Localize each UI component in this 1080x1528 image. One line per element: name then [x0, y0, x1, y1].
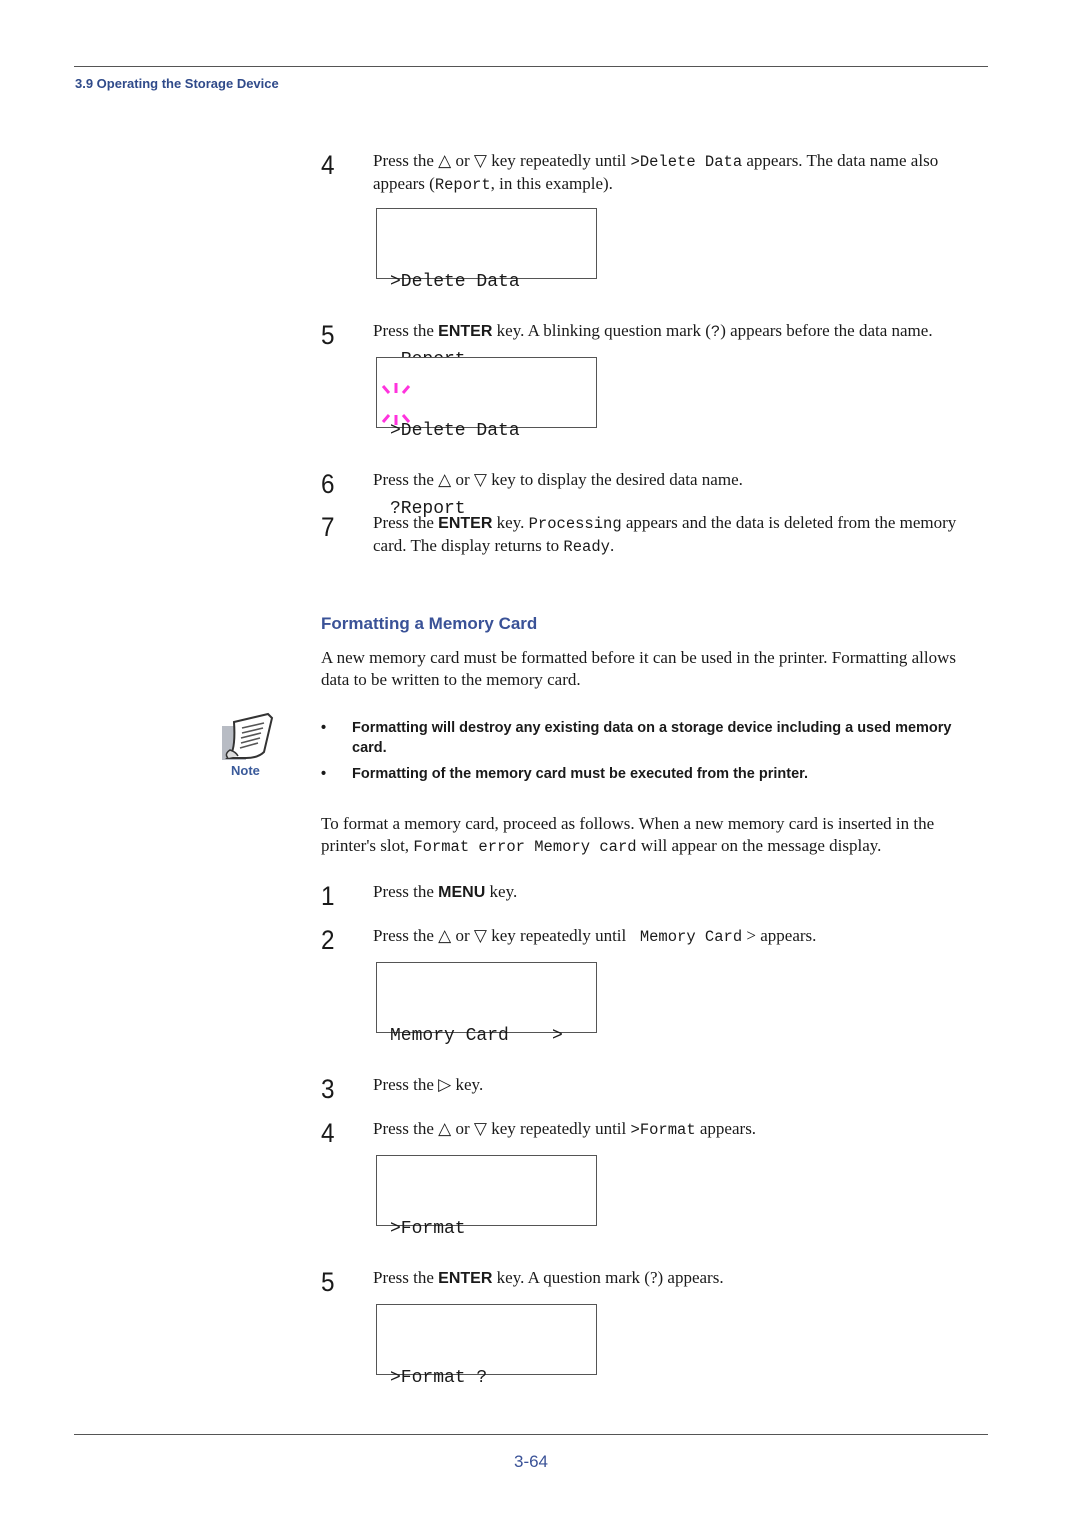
up-triangle-icon: △: [438, 151, 452, 170]
step-text: Press the △ or ▽ key to display the desi…: [373, 469, 993, 491]
up-triangle-icon: △: [438, 1119, 452, 1138]
display-message: Processing: [528, 515, 622, 533]
text: or: [451, 151, 474, 170]
step-text: Press the MENU key.: [373, 881, 993, 904]
lcd-line-1: >Delete Data: [390, 421, 520, 441]
note-item: • Formatting will destroy any existing da…: [321, 718, 981, 758]
enter-key-label: ENTER: [438, 515, 493, 532]
intro-paragraph: A new memory card must be formatted befo…: [321, 648, 956, 689]
text: Press the: [373, 1268, 439, 1287]
step-text: Press the ENTER key. A blinking question…: [373, 320, 993, 343]
down-triangle-icon: ▽: [473, 470, 487, 489]
section-heading: Formatting a Memory Card: [321, 614, 538, 633]
display-message: >Delete Data: [630, 153, 743, 171]
step-text: Press the ENTER key. A question mark (?)…: [373, 1267, 993, 1290]
lcd-line-1: >Format: [390, 1219, 466, 1239]
step-text: Press the △ or ▽ key repeatedly until Me…: [373, 925, 993, 948]
down-triangle-icon: ▽: [473, 926, 487, 945]
step-number: 6: [321, 469, 335, 499]
step-number: 7: [321, 512, 335, 542]
step-number: 4: [321, 150, 335, 180]
note-text: Formatting of the memory card must be ex…: [352, 766, 809, 782]
menu-key-label: MENU: [438, 884, 486, 901]
step-text: Press the ▷ key.: [373, 1074, 993, 1096]
text: or: [451, 470, 474, 489]
text: key. A question mark (?) appears.: [492, 1268, 724, 1287]
question-mark-code: ?: [710, 323, 721, 341]
text: key to display the desired data name.: [487, 470, 743, 489]
note-paper-icon: [222, 712, 274, 760]
text: , in this example).: [490, 174, 613, 193]
enter-key-label: ENTER: [438, 323, 493, 340]
blink-ray: [381, 385, 391, 394]
enter-key-label: ENTER: [438, 1270, 493, 1287]
text: Press the: [373, 321, 439, 340]
text: ) appears before the data name.: [720, 321, 933, 340]
bullet-icon: •: [321, 766, 327, 782]
data-name-code: Report: [434, 176, 491, 194]
text: key repeatedly until: [487, 151, 631, 170]
lcd-display: >Delete Data ?Report: [376, 357, 597, 519]
procedure-intro: To format a memory card, proceed as foll…: [321, 813, 986, 858]
text: key.: [492, 513, 529, 532]
note-list: • Formatting will destroy any existing da…: [321, 718, 981, 790]
blink-ray: [381, 414, 391, 423]
text: Press the: [373, 151, 439, 170]
right-triangle-icon: ▷: [438, 1075, 452, 1094]
text: Press the: [373, 470, 439, 489]
section-header: 3.9 Operating the Storage Device: [75, 76, 279, 91]
text: or: [451, 926, 474, 945]
text: or: [451, 1119, 474, 1138]
step-text: Press the △ or ▽ key repeatedly until >D…: [373, 150, 993, 196]
text: key. A blinking question mark (: [492, 321, 711, 340]
display-message: Memory Card: [630, 928, 743, 946]
lcd-line-1: Memory Card >: [390, 1026, 563, 1046]
up-triangle-icon: △: [438, 926, 452, 945]
text: key.: [451, 1075, 484, 1094]
down-triangle-icon: ▽: [473, 151, 487, 170]
text: > appears.: [742, 926, 817, 945]
lcd-display: Memory Card >: [376, 962, 597, 1046]
up-triangle-icon: △: [438, 470, 452, 489]
step-number: 4: [321, 1118, 335, 1148]
header-rule: [74, 66, 988, 67]
page-number: 3-64: [513, 1452, 549, 1471]
text: Press the: [373, 1075, 439, 1094]
note-item: • Formatting of the memory card must be e…: [321, 764, 981, 784]
display-message: Format error Memory card: [413, 838, 637, 856]
text: appears.: [695, 1119, 757, 1138]
text: Press the: [373, 926, 439, 945]
blinking-indicator-icon: [381, 383, 411, 425]
display-message: >Format: [630, 1121, 696, 1139]
display-message: Ready: [563, 538, 610, 556]
note-label: Note: [231, 763, 260, 778]
lcd-display: >Format: [376, 1155, 597, 1239]
note-text: Formatting will destroy any existing dat…: [352, 720, 952, 756]
lcd-display: >Format ?: [376, 1304, 597, 1388]
step-number: 2: [321, 925, 335, 955]
text: will appear on the message display.: [636, 836, 882, 855]
text: key repeatedly until: [487, 926, 631, 945]
text: .: [609, 536, 615, 555]
step-number: 1: [321, 881, 335, 911]
down-triangle-icon: ▽: [473, 1119, 487, 1138]
blink-ray: [401, 414, 411, 423]
text: Press the: [373, 513, 439, 532]
text: Press the: [373, 882, 439, 901]
step-text: Press the △ or ▽ key repeatedly until >F…: [373, 1118, 993, 1141]
text: Press the: [373, 1119, 439, 1138]
text: key repeatedly until: [487, 1119, 631, 1138]
footer-rule: [74, 1434, 988, 1435]
lcd-line-1: >Delete Data: [390, 272, 520, 292]
lcd-display: >Delete Data Report: [376, 208, 597, 370]
step-number: 5: [321, 1267, 335, 1297]
bullet-icon: •: [321, 720, 327, 736]
step-text: Press the ENTER key. Processing appears …: [373, 512, 993, 558]
step-number: 5: [321, 320, 335, 350]
text: key.: [485, 882, 518, 901]
lcd-line-1: >Format ?: [390, 1368, 488, 1388]
step-number: 3: [321, 1074, 335, 1104]
blink-ray: [401, 385, 411, 394]
